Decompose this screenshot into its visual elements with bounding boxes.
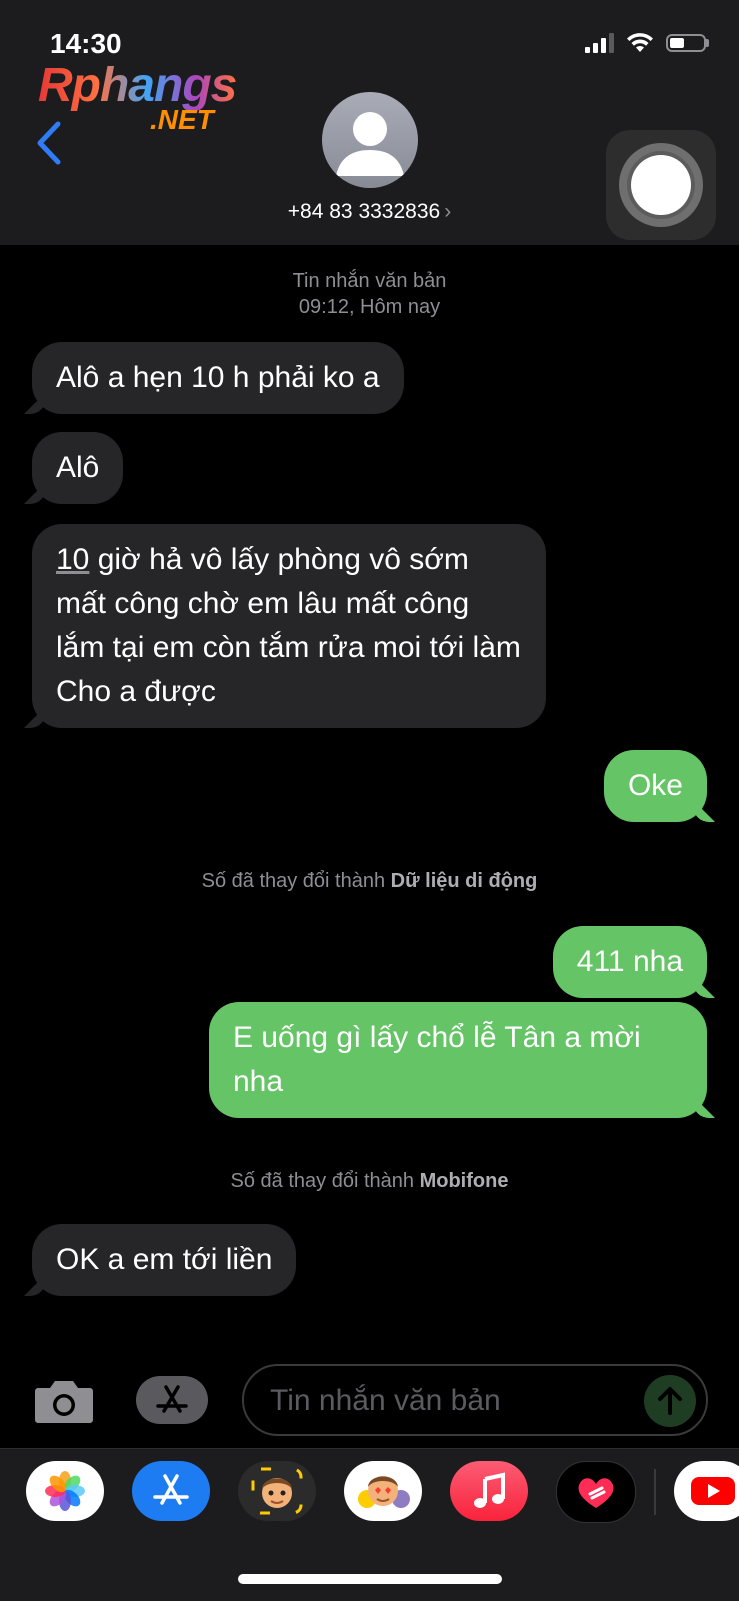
digital-touch-heart-icon	[578, 1478, 614, 1508]
message-bubble-incoming[interactable]: 10 giờ hả vô lấy phòng vô sớm mất công c…	[32, 524, 546, 728]
message-bubble-outgoing[interactable]: 411 nha	[552, 926, 707, 998]
notice-value: Mobifone	[419, 1170, 509, 1192]
message-text: Oke	[627, 769, 683, 802]
send-button[interactable]	[644, 1375, 696, 1427]
music-note-icon	[474, 1472, 505, 1508]
assistive-touch-button[interactable]	[606, 130, 716, 240]
app-store-drawer-button[interactable]	[136, 1376, 208, 1424]
app-store-app-button[interactable]	[132, 1461, 210, 1521]
message-text: Alô a hẹn 10 h phải ko a	[56, 361, 380, 394]
battery-icon	[666, 34, 709, 52]
contact-number-text: +84 83 3332836	[287, 200, 441, 223]
status-icons	[585, 32, 709, 54]
message-text: Alô	[56, 451, 100, 484]
cellular-signal-icon	[585, 33, 614, 53]
message-type-label: Tin nhắn văn bản	[292, 270, 447, 292]
number-change-notice: Số đã thay đổi thành Mobifone	[0, 1170, 739, 1193]
message-text: giờ hả vô lấy phòng vô sớm mất công chờ …	[56, 543, 521, 708]
assistive-touch-ring	[619, 143, 703, 227]
message-timestamp: 09:12, Hôm nay	[298, 296, 441, 318]
contact-avatar[interactable]	[322, 92, 418, 188]
memoji-camera-app-button[interactable]	[238, 1461, 316, 1521]
message-input[interactable]	[268, 1378, 632, 1424]
camera-icon	[35, 1381, 93, 1423]
conversation-header: 14:30 Rphangs .NET +84 83 3332836 ›	[0, 0, 739, 245]
youtube-app-button[interactable]	[674, 1461, 739, 1521]
notice-prefix: Số đã thay đổi thành	[230, 1170, 415, 1192]
digital-touch-app-button[interactable]	[556, 1461, 636, 1523]
message-input-box[interactable]	[242, 1364, 708, 1436]
memoji-camera-icon	[251, 1467, 303, 1515]
notice-value: Dữ liệu di động	[390, 870, 538, 892]
memoji-stickers-app-button[interactable]	[344, 1461, 422, 1521]
home-indicator[interactable]	[238, 1574, 502, 1584]
notice-prefix: Số đã thay đổi thành	[201, 870, 386, 892]
message-bubble-incoming[interactable]: Alô a hẹn 10 h phải ko a	[32, 342, 404, 414]
app-store-icon	[156, 1385, 188, 1413]
chevron-left-icon	[37, 121, 61, 165]
dock-divider	[654, 1469, 656, 1515]
person-silhouette-icon	[336, 112, 404, 176]
chevron-right-icon: ›	[444, 200, 452, 223]
message-text: OK a em tới liền	[56, 1243, 273, 1276]
youtube-icon	[691, 1477, 735, 1505]
detected-time-link[interactable]: 10	[56, 543, 89, 576]
message-bubble-outgoing[interactable]: E uống gì lấy chổ lễ Tân a mời nha	[209, 1002, 707, 1118]
arrow-up-icon	[658, 1387, 682, 1415]
status-time: 14:30	[50, 28, 122, 59]
message-composer	[0, 1350, 739, 1450]
photos-app-button[interactable]	[26, 1461, 104, 1521]
message-bubble-incoming[interactable]: OK a em tới liền	[32, 1224, 297, 1296]
assistive-touch-dot	[631, 155, 691, 215]
message-text: E uống gì lấy chổ lễ Tân a mời nha	[233, 1021, 641, 1098]
camera-button[interactable]	[34, 1378, 94, 1424]
message-bubble-incoming[interactable]: Alô	[32, 432, 124, 504]
music-app-button[interactable]	[450, 1461, 528, 1521]
back-button[interactable]	[30, 118, 66, 168]
wifi-icon	[627, 33, 653, 52]
memoji-stickers-icon	[358, 1476, 410, 1508]
message-text: 411 nha	[576, 945, 683, 978]
watermark-logo-sub: .NET	[150, 104, 214, 135]
number-change-notice: Số đã thay đổi thành Dữ liệu di động	[0, 870, 739, 893]
message-bubble-outgoing[interactable]: Oke	[603, 750, 707, 822]
photos-icon	[45, 1471, 85, 1511]
app-store-icon	[153, 1474, 189, 1505]
